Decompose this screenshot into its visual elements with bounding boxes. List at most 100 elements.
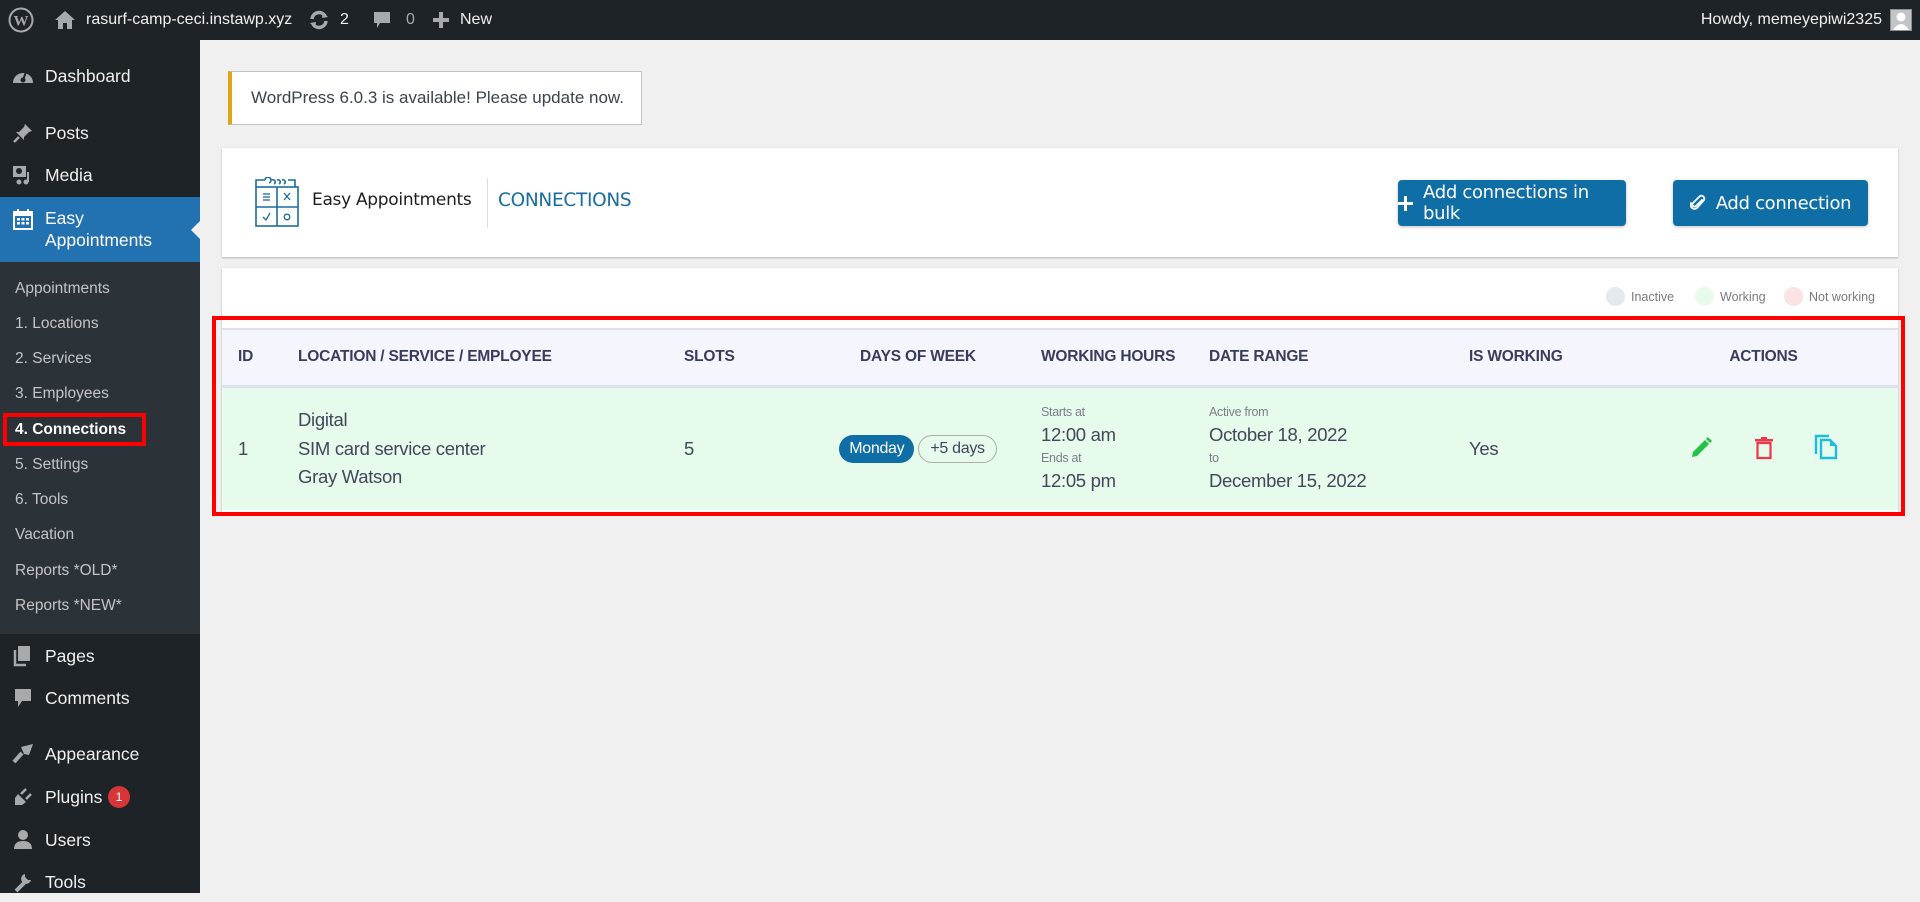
submenu-item-locations[interactable]: 1. Locations: [15, 315, 99, 333]
column-header-id[interactable]: ID: [222, 329, 298, 386]
submenu-item-vacation[interactable]: Vacation: [15, 526, 74, 544]
plugin-header-card: Easy Appointments CONNECTIONS Add connec…: [222, 148, 1898, 257]
sidebar-item-appearance[interactable]: Appearance: [0, 734, 200, 774]
sidebar-item-tools[interactable]: Tools: [0, 862, 200, 902]
pushpin-icon: [11, 121, 35, 145]
comments-link[interactable]: 0: [372, 0, 415, 40]
legend-working: Working: [1695, 287, 1766, 306]
sidebar-item-posts[interactable]: Posts: [0, 113, 200, 153]
active-from-value: October 18, 2022: [1209, 423, 1348, 445]
updates-link[interactable]: 2: [308, 0, 349, 40]
sidebar-item-dashboard[interactable]: Dashboard: [0, 56, 200, 96]
paintbrush-icon: [11, 742, 35, 766]
submenu-item-reports-old[interactable]: Reports *OLD*: [15, 562, 118, 580]
sidebar-item-users[interactable]: Users: [0, 820, 200, 860]
header-divider: [487, 178, 488, 228]
plugins-update-badge: 1: [108, 786, 130, 808]
admin-bar: W rasurf-camp-ceci.instawp.xyz 2 0 New H…: [0, 0, 1920, 40]
sidebar-item-easy-appointments[interactable]: Easy Appointments: [0, 197, 200, 262]
column-header-location-service-employee[interactable]: LOCATION / SERVICE / EMPLOYEE: [298, 329, 684, 386]
howdy-text: Howdy, memeyepiwi2325: [1700, 11, 1882, 28]
wordpress-logo-button[interactable]: W: [8, 0, 34, 40]
column-header-actions: ACTIONS: [1729, 348, 1798, 366]
submenu-item-tools[interactable]: 6. Tools: [15, 491, 68, 509]
media-icon: [11, 163, 35, 187]
cell-id: 1: [238, 437, 248, 459]
cell-actions: [1629, 386, 1898, 510]
legend-inactive: Inactive: [1606, 287, 1674, 306]
plus-icon: [1398, 195, 1413, 211]
site-name-link[interactable]: rasurf-camp-ceci.instawp.xyz: [54, 0, 292, 40]
admin-sidebar: Dashboard Posts Media Easy Appointments …: [0, 40, 200, 893]
ends-at-value: 12:05 pm: [1041, 469, 1116, 491]
plus-icon: [432, 11, 450, 29]
wordpress-logo-icon: W: [8, 7, 34, 33]
column-header-slots[interactable]: SLOTS: [684, 329, 795, 386]
active-from-label: Active from: [1209, 404, 1269, 419]
easy-appointments-submenu: Appointments 1. Locations 2. Services 3.…: [0, 262, 200, 634]
comment-bubble-icon: [372, 10, 392, 30]
home-icon: [54, 10, 76, 30]
wrench-icon: [11, 870, 35, 894]
duplicate-copy-icon[interactable]: [1811, 432, 1841, 462]
paperclip-icon: [1689, 194, 1706, 212]
edit-pencil-icon[interactable]: [1686, 433, 1716, 463]
day-pill-monday: Monday: [839, 434, 915, 463]
cell-date-range: Active from October 18, 2022 to December…: [1209, 386, 1469, 510]
delete-trash-icon[interactable]: [1749, 433, 1779, 463]
new-content-link[interactable]: New: [432, 0, 492, 40]
sidebar-item-comments[interactable]: Comments: [0, 678, 200, 718]
cell-location-service-employee: Digital SIM card service center Gray Wat…: [298, 386, 684, 510]
pages-icon: [11, 644, 35, 668]
active-menu-arrow: [191, 221, 200, 239]
table-header-row: ID LOCATION / SERVICE / EMPLOYEE SLOTS D…: [222, 329, 1898, 386]
table-row[interactable]: 1 Digital SIM card service center Gray W…: [222, 386, 1898, 510]
column-header-working-hours[interactable]: WORKING HOURS: [1041, 329, 1209, 386]
sidebar-item-plugins[interactable]: Plugins 1: [0, 777, 200, 817]
easy-appointments-logo-icon: [255, 176, 299, 232]
submenu-item-settings[interactable]: 5. Settings: [15, 456, 88, 474]
new-label: New: [460, 11, 493, 28]
calendar-icon: [11, 207, 35, 231]
refresh-icon: [308, 10, 330, 30]
cell-is-working: Yes: [1469, 437, 1499, 459]
legend-not-working-swatch: [1784, 287, 1803, 306]
column-header-days-of-week[interactable]: DAYS OF WEEK: [795, 329, 1041, 386]
user-avatar-icon: [1890, 9, 1912, 31]
ends-at-label: Ends at: [1041, 450, 1082, 465]
plug-icon: [11, 785, 35, 809]
connections-table: ID LOCATION / SERVICE / EMPLOYEE SLOTS D…: [222, 328, 1898, 510]
updates-count: 2: [340, 11, 349, 28]
legend-inactive-swatch: [1606, 287, 1625, 306]
cell-working-hours: Starts at 12:00 am Ends at 12:05 pm: [1041, 386, 1209, 510]
column-header-date-range[interactable]: DATE RANGE: [1209, 329, 1469, 386]
starts-at-label: Starts at: [1041, 404, 1085, 419]
user-icon: [11, 828, 35, 852]
page-title: CONNECTIONS: [498, 190, 632, 211]
connections-table-card: Inactive Working Not working ID LOCATION…: [222, 268, 1898, 512]
svg-text:W: W: [14, 14, 29, 30]
extra-days-pill[interactable]: +5 days: [918, 434, 997, 463]
update-notice-text[interactable]: WordPress 6.0.3 is available! Please upd…: [251, 88, 624, 108]
submenu-item-appointments[interactable]: Appointments: [15, 280, 110, 298]
submenu-item-employees[interactable]: 3. Employees: [15, 385, 109, 403]
legend-working-swatch: [1695, 287, 1714, 306]
update-notice: WordPress 6.0.3 is available! Please upd…: [228, 71, 642, 125]
submenu-item-connections[interactable]: 4. Connections: [15, 421, 126, 439]
column-header-is-working[interactable]: IS WORKING: [1469, 329, 1629, 386]
add-connections-in-bulk-button[interactable]: Add connections in bulk: [1398, 180, 1626, 226]
sidebar-item-pages[interactable]: Pages: [0, 636, 200, 676]
location-name: Digital: [298, 409, 348, 430]
submenu-item-services[interactable]: 2. Services: [15, 350, 92, 368]
add-connection-button[interactable]: Add connection: [1673, 180, 1868, 226]
submenu-item-reports-new[interactable]: Reports *NEW*: [15, 597, 122, 615]
starts-at-value: 12:00 am: [1041, 423, 1116, 445]
sidebar-item-media[interactable]: Media: [0, 155, 200, 195]
service-name: SIM card service center: [298, 437, 486, 459]
site-name: rasurf-camp-ceci.instawp.xyz: [86, 11, 293, 28]
comments-count: 0: [406, 11, 415, 28]
legend-not-working: Not working: [1784, 287, 1875, 306]
comment-icon: [11, 686, 35, 710]
my-account-link[interactable]: Howdy, memeyepiwi2325: [1701, 0, 1912, 40]
plugin-name: Easy Appointments: [312, 190, 472, 210]
